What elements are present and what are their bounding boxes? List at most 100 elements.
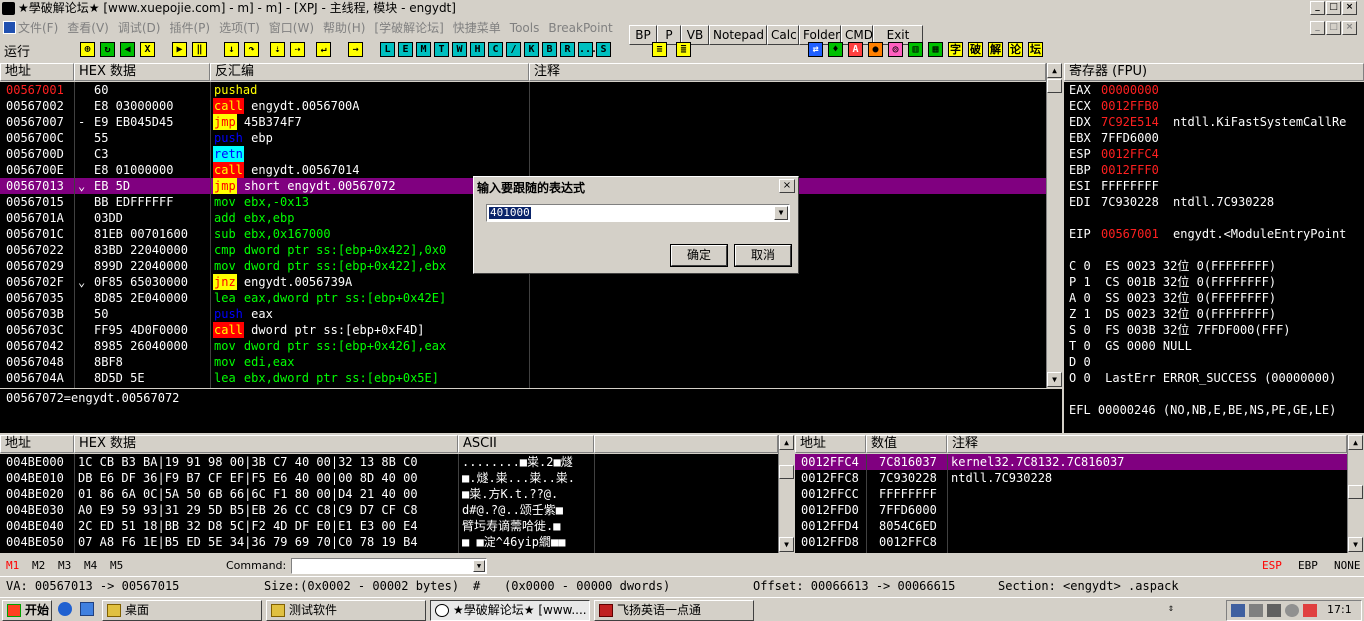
disasm-row[interactable]: 00567001 60 pushad [0,82,1046,98]
stack-pane[interactable]: 0012FFC4 7C816037 kernel32.7C8132.7C816037… [795,454,1347,553]
open-icon[interactable]: ⊕ [80,42,95,57]
chevron-down-icon[interactable]: ▼ [774,206,788,220]
maximize-button[interactable]: □ [1326,1,1341,15]
register-row[interactable] [1069,210,1364,226]
plugin-icon-4[interactable]: ● [868,42,883,57]
window-letter-button[interactable]: W [452,42,467,57]
dialog-close-icon[interactable]: × [779,179,795,193]
task-english[interactable]: 飞扬英语一点通 [594,600,754,621]
quicklaunch-icon[interactable] [80,602,94,616]
dump-row[interactable]: 004BE030 A0 E9 59 93|31 29 5D B5|EB 26 CC… [0,502,778,518]
disasm-row[interactable]: 0056702F ⌄ 0F85 65030000 jnz engydt.0056739… [0,274,1046,290]
flag-row[interactable] [1069,386,1364,402]
dump-scrollbar[interactable]: ▲ ▼ [778,435,794,553]
menu-item[interactable]: 插件(P) [169,21,210,35]
flag-row[interactable]: A 0 SS 0023 32位 0(FFFFFFFF) [1069,290,1364,306]
window-letter-button[interactable]: B [542,42,557,57]
scroll-thumb[interactable] [1047,79,1062,93]
expression-value[interactable]: 401000 [489,207,531,219]
dump-header-hex[interactable]: HEX 数据 [74,435,458,453]
menu-item[interactable]: BreakPoint [548,21,612,35]
disasm-scrollbar[interactable]: ▲ ▼ [1046,63,1062,388]
plugin-icon-3[interactable]: A [848,42,863,57]
close-button[interactable]: × [1342,1,1357,15]
window-letter-button[interactable]: ... [578,42,597,57]
run-icon[interactable]: ▶ [172,42,187,57]
plugin-icon-2[interactable]: ♦ [828,42,843,57]
restart-icon[interactable]: ↻ [100,42,115,57]
tray-icon-5[interactable] [1303,604,1317,617]
scroll-up-arrow-icon[interactable]: ▲ [1047,63,1062,78]
tray-icon-3[interactable] [1267,604,1281,617]
stack-scrollbar[interactable]: ▲ ▼ [1347,435,1363,553]
window-letter-button[interactable]: / [506,42,521,57]
disasm-row[interactable]: 00567035 8D85 2E040000 lea eax,dword ptr s… [0,290,1046,306]
tray-icon-2[interactable] [1249,604,1263,617]
disasm-header-comment[interactable]: 注释 [529,63,1046,81]
tray-icon-4[interactable] [1285,604,1299,617]
cancel-button[interactable]: 取消 [734,244,792,267]
menu-item[interactable]: 查看(V) [67,21,109,35]
step-into-icon[interactable]: ↓ [224,42,239,57]
stack-mode-button[interactable]: ESP [1262,557,1282,575]
task-test-software[interactable]: 测试软件 [266,600,426,621]
minimize-button[interactable]: _ [1310,1,1325,15]
disasm-row[interactable]: 00567002 E8 03000000 call engydt.0056700A [0,98,1046,114]
marker-button[interactable]: M5 [110,557,123,575]
expression-input[interactable]: 401000 ▼ [486,204,790,222]
menu-item[interactable]: [学破解论坛] [374,21,443,35]
window-letter-button[interactable]: K [524,42,539,57]
flag-row[interactable]: Z 1 DS 0023 32位 0(FFFFFFFF) [1069,306,1364,322]
dump-pane[interactable]: 004BE000 1C CB B3 BA|19 91 98 00|3B C7 40… [0,454,778,553]
step-over-icon[interactable]: ↷ [244,42,259,57]
dump-header-address[interactable]: 地址 [0,435,74,453]
window-letter-button[interactable]: S [596,42,611,57]
stack-mode-button[interactable]: EBP [1298,557,1318,575]
disasm-row[interactable]: 0056704A 8D5D 5E lea ebx,dword ptr ss:[ebp… [0,370,1046,386]
list-icon[interactable]: ≡ [652,42,667,57]
register-row[interactable]: EAX 00000000 [1069,82,1364,98]
child-window-icon[interactable] [3,21,16,34]
command-dropdown-icon[interactable]: ▼ [473,560,485,572]
dump-header-ascii[interactable]: ASCII [458,435,594,453]
register-row[interactable]: ESI FFFFFFFF [1069,178,1364,194]
dump-row[interactable]: 004BE050 07 A8 F6 1E|B5 ED 5E 34|36 79 69… [0,534,778,550]
menu-item[interactable]: 窗口(W) [269,21,314,35]
register-row[interactable]: ESP 0012FFC4 [1069,146,1364,162]
window-letter-button[interactable]: H [470,42,485,57]
register-row[interactable]: EDX 7C92E514 ntdll.KiFastSystemCallRe [1069,114,1364,130]
flag-row[interactable]: C 0 ES 0023 32位 0(FFFFFFFF) [1069,258,1364,274]
cn-tool-button[interactable]: 论 [1008,42,1023,57]
dump-scroll-up-icon[interactable]: ▲ [779,435,794,450]
stack-scroll-down-icon[interactable]: ▼ [1348,537,1363,552]
start-button[interactable]: 开始 [2,600,52,621]
tray-arrow-icon[interactable]: ⇕ [1168,603,1174,614]
window-letter-button[interactable]: L [380,42,395,57]
marker-button[interactable]: M3 [58,557,71,575]
register-row[interactable]: ECX 0012FFB0 [1069,98,1364,114]
flag-row[interactable]: O 0 LastErr ERROR_SUCCESS (00000000) [1069,370,1364,386]
cn-tool-button[interactable]: 坛 [1028,42,1043,57]
registers-header[interactable]: 寄存器 (FPU) [1064,63,1364,81]
command-input[interactable]: ▼ [291,558,487,574]
disasm-row[interactable]: 0056700C 55 push ebp [0,130,1046,146]
dump-row[interactable]: 004BE040 2C ED 51 18|BB 32 D8 5C|F2 4D DF… [0,518,778,534]
menu-item[interactable]: 文件(F) [18,21,58,35]
scroll-down-arrow-icon[interactable]: ▼ [1047,372,1062,387]
stack-row[interactable]: 0012FFCC FFFFFFFF [795,486,1347,502]
menu-item[interactable]: 选项(T) [219,21,260,35]
menu-item[interactable]: 快捷菜单 [453,21,501,35]
trace-over-icon[interactable]: ⇢ [290,42,305,57]
rewind-icon[interactable]: ◀ [120,42,135,57]
task-debugger[interactable]: ★學破解论坛★ [www.... [430,600,590,621]
menu-item[interactable]: 帮助(H) [323,21,365,35]
stack-scroll-thumb[interactable] [1348,485,1363,499]
stack-row[interactable]: 0012FFC8 7C930228 ntdll.7C930228 [795,470,1347,486]
stack-row[interactable]: 0012FFD8 0012FFC8 [795,534,1347,550]
marker-button[interactable]: M2 [32,557,45,575]
window-letter-button[interactable]: C [488,42,503,57]
stack-row[interactable]: 0012FFD0 7FFD6000 [795,502,1347,518]
flag-row[interactable] [1069,418,1364,433]
flag-row[interactable]: S 0 FS 003B 32位 7FFDF000(FFF) [1069,322,1364,338]
window-letter-button[interactable]: E [398,42,413,57]
